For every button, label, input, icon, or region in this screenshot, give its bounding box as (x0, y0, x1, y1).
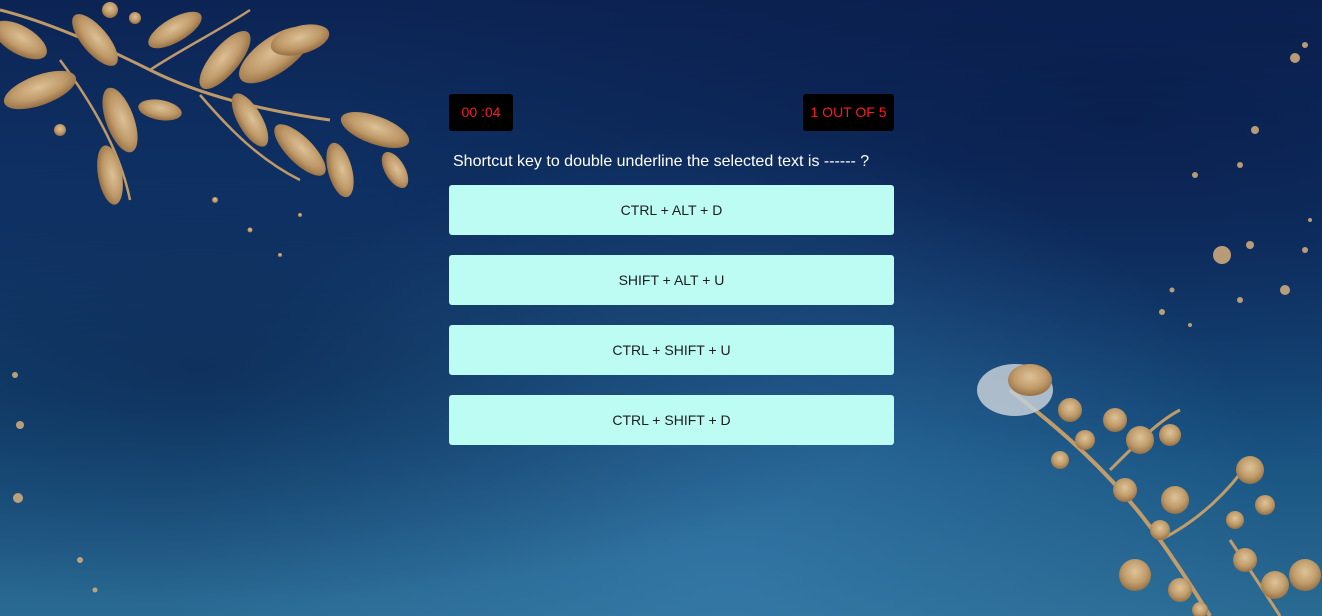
question-text: Shortcut key to double underline the sel… (453, 153, 870, 170)
answer-option-3[interactable]: CTRL + SHIFT + U (449, 325, 894, 375)
answer-option-1[interactable]: CTRL + ALT + D (449, 185, 894, 235)
question-progress: 1 OUT OF 5 (803, 94, 894, 131)
answer-option-4[interactable]: CTRL + SHIFT + D (449, 395, 894, 445)
countdown-timer: 00 :04 (449, 94, 513, 131)
bottom-right-foliage (977, 364, 1321, 616)
answer-option-2[interactable]: SHIFT + ALT + U (449, 255, 894, 305)
answer-options: CTRL + ALT + D SHIFT + ALT + U CTRL + SH… (449, 185, 894, 465)
top-left-foliage (0, 2, 410, 257)
